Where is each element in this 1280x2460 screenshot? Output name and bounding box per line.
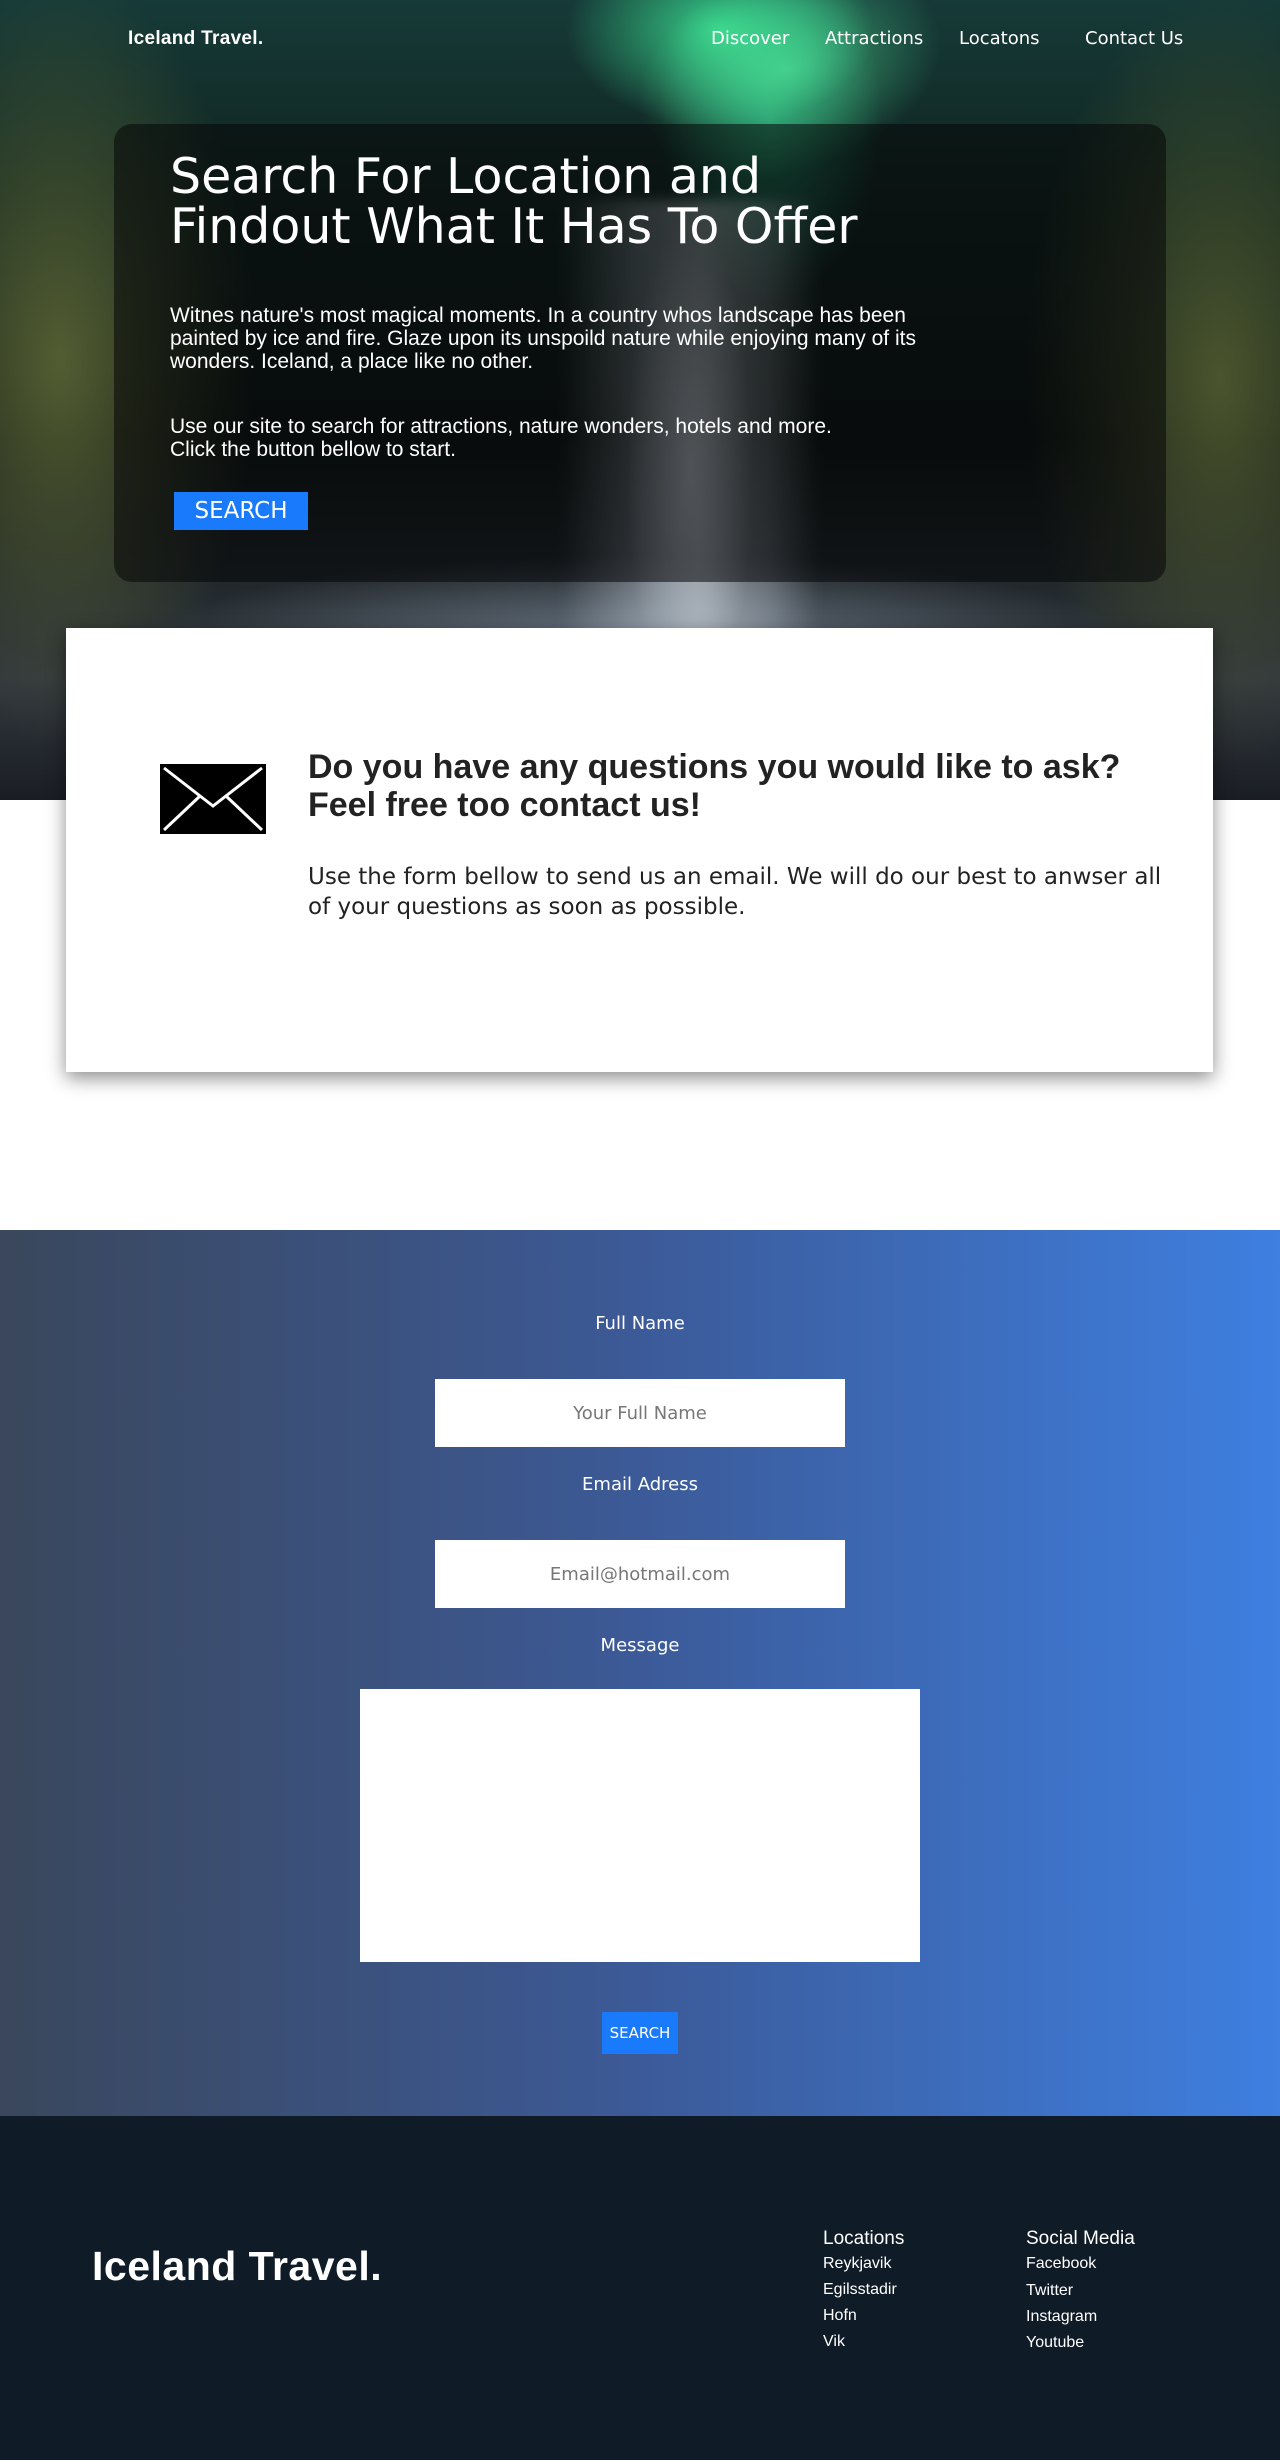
message-textarea[interactable] — [360, 1689, 920, 1962]
hero-search-button[interactable]: SEARCH — [174, 492, 308, 530]
contact-form-section — [0, 1230, 1280, 2116]
nav-link-locations[interactable]: Locatons — [959, 28, 1040, 49]
email-input[interactable] — [435, 1540, 845, 1608]
footer-brand-logo[interactable]: Iceland Travel. — [92, 2243, 382, 2290]
footer-location-hofn[interactable]: Hofn — [823, 2307, 857, 2325]
footer-social-facebook[interactable]: Facebook — [1026, 2255, 1096, 2273]
hero-instruction-line-1: Use our site to search for attractions, … — [170, 415, 832, 438]
footer-locations-heading: Locations — [823, 2228, 905, 2249]
footer-social-twitter[interactable]: Twitter — [1026, 2282, 1073, 2300]
hero-intro-text: Witnes nature's most magical moments. In… — [170, 304, 916, 373]
full-name-input[interactable] — [435, 1379, 845, 1447]
top-navigation: Iceland Travel. Discover Attractions Loc… — [0, 0, 1280, 80]
footer-location-vik[interactable]: Vik — [823, 2333, 845, 2351]
nav-link-discover[interactable]: Discover — [711, 28, 789, 49]
contact-description: Use the form bellow to send us an email.… — [308, 864, 1162, 920]
hero-instruction-line-2: Click the button bellow to start. — [170, 438, 456, 461]
footer-social-instagram[interactable]: Instagram — [1026, 2308, 1097, 2326]
footer-social-heading: Social Media — [1026, 2228, 1135, 2249]
full-name-label: Full Name — [595, 1313, 685, 1334]
footer-location-reykjavik[interactable]: Reykjavik — [823, 2255, 891, 2273]
nav-link-attractions[interactable]: Attractions — [825, 28, 923, 49]
nav-link-contact[interactable]: Contact Us — [1085, 28, 1183, 49]
footer-social-youtube[interactable]: Youtube — [1026, 2334, 1084, 2352]
contact-card — [66, 628, 1213, 1072]
form-submit-button[interactable]: SEARCH — [602, 2012, 678, 2054]
footer-location-egilsstadir[interactable]: Egilsstadir — [823, 2281, 897, 2299]
hero-title: Search For Location and Findout What It … — [170, 148, 858, 255]
contact-title: Do you have any questions you would like… — [308, 748, 1121, 824]
brand-logo[interactable]: Iceland Travel. — [128, 28, 263, 50]
envelope-icon — [160, 764, 266, 834]
email-label: Email Adress — [582, 1474, 698, 1495]
message-label: Message — [600, 1635, 680, 1656]
